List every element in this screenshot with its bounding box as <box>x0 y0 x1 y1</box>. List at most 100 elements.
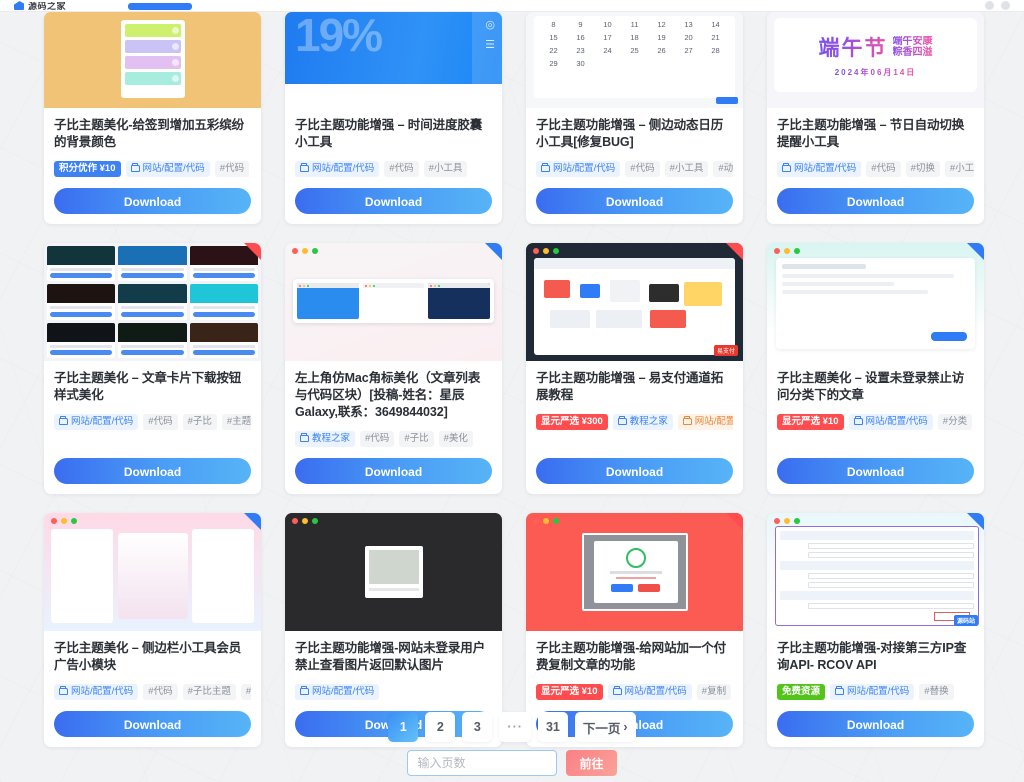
card-thumbnail[interactable] <box>44 243 261 361</box>
card-thumbnail[interactable] <box>767 243 984 361</box>
thumbnail-art-paid-copy <box>526 513 743 631</box>
page-button-1[interactable]: 1 <box>388 712 419 742</box>
hash-tag[interactable]: #小工具 <box>664 160 709 177</box>
download-button[interactable]: Download <box>54 458 251 484</box>
download-button[interactable]: Download <box>295 458 492 484</box>
page-button-last[interactable]: 31 <box>537 712 568 742</box>
card-thumbnail[interactable] <box>44 513 261 631</box>
category-tag[interactable]: 网站/配置/代码 <box>295 683 380 700</box>
card-title: 子比主题功能增强-网站未登录用户禁止查看图片返回默认图片 <box>295 641 486 672</box>
download-button[interactable]: Download <box>54 188 251 214</box>
calendar-day: 18 <box>630 33 639 42</box>
category-tag[interactable]: 网站/配置/代码 <box>777 160 862 177</box>
hash-tag[interactable]: #代码 <box>143 413 178 430</box>
resource-card[interactable]: 子比主题美化-给签到增加五彩缤纷的背景颜色 积分优作 ¥10 网站/配置/代码 … <box>44 12 261 224</box>
card-thumbnail[interactable]: 源码站 <box>767 513 984 631</box>
category-tag[interactable]: 网站/配置/代码 <box>54 413 139 430</box>
calendar-day: 20 <box>684 33 693 42</box>
corner-flag-icon <box>244 243 261 260</box>
vip-badge[interactable]: 显元严选 ¥10 <box>777 413 844 430</box>
vip-badge[interactable]: 显元严选 ¥300 <box>536 413 608 430</box>
hash-tag[interactable]: #小工具 <box>240 683 251 700</box>
thumb-badge: 易支付 <box>713 345 738 356</box>
resource-card[interactable]: 8 9 10 11 12 13 14 15 16 17 18 19 20 21 … <box>526 12 743 224</box>
hash-tag[interactable]: #主题 <box>221 413 251 430</box>
category-tag[interactable]: 网站/配置/代码 <box>848 413 933 430</box>
resource-grid: 子比主题美化-给签到增加五彩缤纷的背景颜色 积分优作 ¥10 网站/配置/代码 … <box>44 12 996 747</box>
card-tags: 显元严选 ¥10 网站/配置/代码 #分类 <box>777 413 974 430</box>
calendar-day: 21 <box>711 33 720 42</box>
category-tag[interactable]: 网站/配置/代码 <box>536 160 621 177</box>
points-badge[interactable]: 积分优作 ¥10 <box>54 160 121 177</box>
card-thumbnail[interactable] <box>44 12 261 108</box>
card-body: 左上角仿Mac角标美化（文章列表与代码区块）[投稿-姓名：星辰Galaxy,联系… <box>285 361 502 494</box>
category-tag[interactable]: 网站/配置/代码 <box>54 683 139 700</box>
category-tag[interactable]: 网站/配置/代码 <box>125 160 210 177</box>
hash-tag[interactable]: #代码 <box>214 160 250 177</box>
free-badge[interactable]: 免费资源 <box>777 683 826 700</box>
hash-tag[interactable]: #代码 <box>360 430 395 447</box>
card-thumbnail[interactable] <box>285 513 502 631</box>
folder-icon <box>59 686 68 695</box>
go-button[interactable]: 前往 <box>566 750 617 776</box>
nav-active-pill[interactable] <box>128 3 193 10</box>
site-logo[interactable]: 源码之家 <box>14 1 66 10</box>
thumb-action-button <box>931 332 967 341</box>
hash-tag[interactable]: #代码 <box>143 683 178 700</box>
folder-icon <box>300 163 309 172</box>
hash-tag[interactable]: #子比 <box>182 413 217 430</box>
page-button-2[interactable]: 2 <box>425 712 456 742</box>
page-button-3[interactable]: 3 <box>462 712 493 742</box>
category-label: 网站/配置/代码 <box>312 685 375 697</box>
folder-icon <box>541 163 550 172</box>
download-button[interactable]: Download <box>295 188 492 214</box>
card-thumbnail[interactable] <box>285 243 502 361</box>
hash-tag[interactable]: #小工具 <box>423 160 468 177</box>
hash-tag[interactable]: #动态 <box>713 160 733 177</box>
resource-card[interactable]: 左上角仿Mac角标美化（文章列表与代码区块）[投稿-姓名：星辰Galaxy,联系… <box>285 243 502 494</box>
search-icon[interactable] <box>985 1 994 10</box>
vip-badge[interactable]: 显元严选 ¥10 <box>536 683 603 700</box>
category-tag[interactable]: 教程之家 <box>295 430 356 447</box>
page-number-input[interactable] <box>407 750 558 776</box>
resource-card[interactable]: 子比主题美化 – 设置未登录禁止访问分类下的文章 显元严选 ¥10 网站/配置/… <box>767 243 984 494</box>
category-tag[interactable]: 网站/配置/代码 <box>607 683 692 700</box>
card-body: 子比主题功能增强 – 易支付通道拓展教程 显元严选 ¥300 教程之家 网站/配… <box>526 361 743 494</box>
hash-tag[interactable]: #代码 <box>625 160 660 177</box>
card-thumbnail[interactable]: 19% ◎ ☰ <box>285 12 502 108</box>
resource-card[interactable]: 端午节 端午安康 粽香四溢 2024年06月14日 子比主题功能增强 – 节日自… <box>767 12 984 224</box>
category-tag[interactable]: 教程之家 <box>612 413 673 430</box>
hash-tag[interactable]: #小工具 <box>944 160 974 177</box>
download-button[interactable]: Download <box>777 458 974 484</box>
category-tag[interactable]: 网站/配置/代码 <box>677 413 733 430</box>
download-button[interactable]: Download <box>777 188 974 214</box>
mac-traffic-lights <box>285 513 502 528</box>
resource-card[interactable]: 易支付 子比主题功能增强 – 易支付通道拓展教程 显元严选 ¥300 教程之家 … <box>526 243 743 494</box>
hash-tag[interactable]: #代码 <box>866 160 901 177</box>
category-tag[interactable]: 网站/配置/代码 <box>295 160 380 177</box>
card-title: 子比主题美化 – 侧边栏小工具会员广告小模块 <box>54 641 242 672</box>
hash-tag[interactable]: #子比主题 <box>182 683 236 700</box>
hash-tag[interactable]: #切换 <box>905 160 940 177</box>
next-page-button[interactable]: 下一页 › <box>574 712 636 742</box>
progress-percent-label: 19% <box>295 12 383 61</box>
hash-tag[interactable]: #代码 <box>384 160 419 177</box>
thumb-badge: 源码站 <box>953 615 978 626</box>
hash-tag[interactable]: #美化 <box>438 430 473 447</box>
category-tag[interactable]: 网站/配置/代码 <box>830 683 915 700</box>
hash-tag[interactable]: #子比 <box>399 430 434 447</box>
card-thumbnail[interactable]: 8 9 10 11 12 13 14 15 16 17 18 19 20 21 … <box>526 12 743 108</box>
card-thumbnail[interactable] <box>526 513 743 631</box>
hash-tag[interactable]: #分类 <box>937 413 973 430</box>
page-jump: 前往 <box>0 750 1024 776</box>
avatar[interactable] <box>1001 1 1010 10</box>
card-thumbnail[interactable]: 端午节 端午安康 粽香四溢 2024年06月14日 <box>767 12 984 108</box>
hash-tag[interactable]: #替换 <box>919 683 954 700</box>
logo-text: 源码之家 <box>28 2 67 10</box>
download-button[interactable]: Download <box>536 458 733 484</box>
resource-card[interactable]: 子比主题美化 – 文章卡片下载按钮样式美化 网站/配置/代码 #代码 #子比 #… <box>44 243 261 494</box>
hash-tag[interactable]: #复制 <box>696 683 732 700</box>
download-button[interactable]: Download <box>536 188 733 214</box>
card-thumbnail[interactable]: 易支付 <box>526 243 743 361</box>
resource-card[interactable]: 19% ◎ ☰ 子比主题功能增强 – 时间进度胶囊小工具 网站/配置/代码 #代… <box>285 12 502 224</box>
